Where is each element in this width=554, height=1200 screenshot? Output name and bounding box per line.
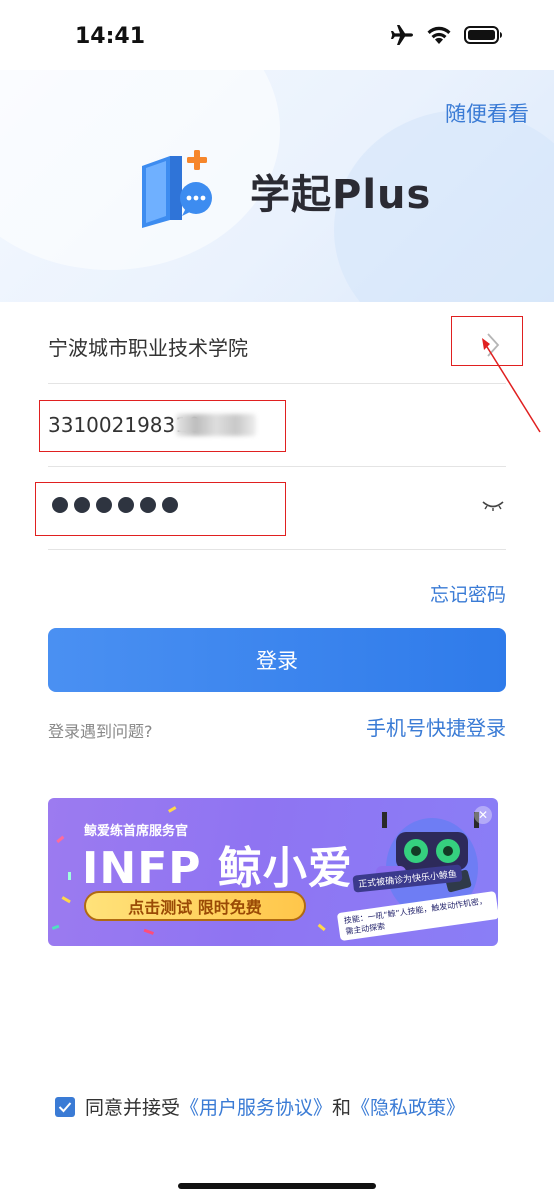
login-button[interactable]: 登录 [48, 628, 506, 692]
browse-link[interactable]: 随便看看 [445, 98, 529, 128]
privacy-policy-link[interactable]: 《隐私政策》 [351, 1093, 465, 1120]
status-time: 14:41 [75, 24, 146, 49]
status-bar: 14:41 [0, 0, 554, 70]
login-help-link[interactable]: 登录遇到问题? [48, 718, 153, 742]
app-logo-icon [142, 150, 212, 228]
annotation-box [35, 482, 286, 536]
promo-banner[interactable]: 鲸爱练首席服务官 INFP 鲸小爱 点击测试 限时免费 正式被确诊为快乐小鲸鱼 … [48, 798, 498, 946]
banner-cta-button[interactable]: 点击测试 限时免费 [84, 891, 306, 921]
status-icons [390, 24, 504, 46]
phone-login-link[interactable]: 手机号快捷登录 [366, 712, 506, 741]
hero-header: 随便看看 学起Plus [0, 70, 554, 302]
annotation-arrow [482, 338, 541, 433]
home-indicator[interactable] [178, 1183, 376, 1189]
user-agreement-link[interactable]: 《用户服务协议》 [180, 1093, 332, 1120]
checkbox-checked-icon[interactable] [55, 1096, 75, 1117]
battery-icon [464, 26, 502, 44]
eye-closed-icon[interactable] [482, 499, 504, 513]
close-icon[interactable]: ✕ [474, 806, 492, 824]
airplane-icon [391, 25, 413, 45]
app-name: 学起Plus [250, 172, 432, 218]
school-selector[interactable]: 宁波城市职业技术学院 [48, 310, 506, 384]
wifi-icon [427, 26, 451, 44]
banner-title: INFP 鲸小爱 [82, 843, 353, 894]
agreement-and: 和 [332, 1097, 352, 1119]
annotation-box [39, 400, 286, 452]
forgot-password-link[interactable]: 忘记密码 [430, 580, 506, 607]
agreement-row: 同意并接受 《用户服务协议》 和 《隐私政策》 [55, 1093, 465, 1120]
school-name: 宁波城市职业技术学院 [48, 336, 248, 360]
agreement-prefix: 同意并接受 [85, 1097, 181, 1119]
